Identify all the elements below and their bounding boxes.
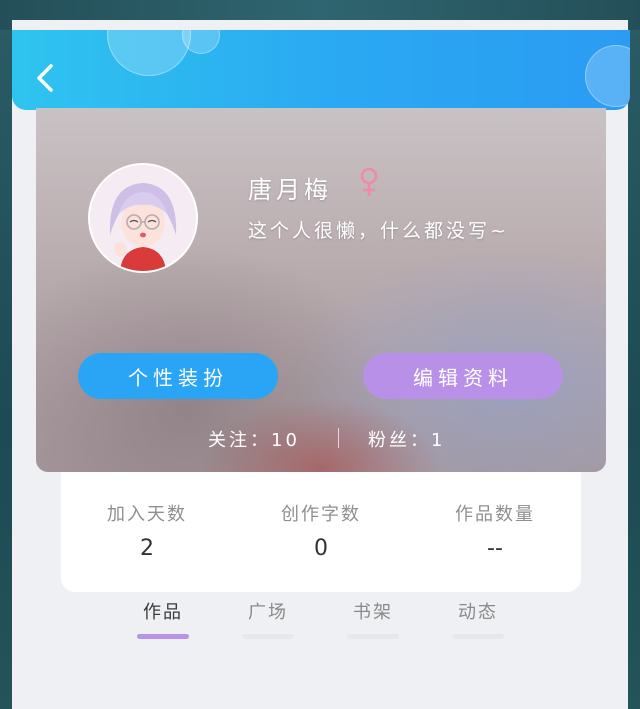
avatar[interactable] (88, 163, 198, 273)
social-stats: 关注：10 粉丝：1 (36, 418, 606, 458)
female-gender-icon (360, 167, 378, 196)
info-word-count: 创作字数 0 (251, 500, 391, 561)
username: 唐月梅 (248, 176, 332, 204)
tab-bookshelf[interactable]: 书架 (328, 598, 418, 639)
info-value: 0 (314, 536, 328, 561)
following-count: 10 (271, 430, 300, 451)
decorative-bubble (107, 30, 191, 76)
tab-label: 动态 (458, 602, 498, 623)
info-label: 创作字数 (281, 504, 361, 525)
tab-indicator (452, 634, 504, 639)
following-stat[interactable]: 关注：10 (208, 426, 300, 452)
tab-indicator (137, 634, 189, 639)
device-frame-left (0, 0, 12, 709)
device-frame-right (628, 0, 640, 709)
tab-label: 书架 (353, 602, 393, 623)
tab-label: 作品 (143, 602, 183, 623)
header-bar (12, 30, 630, 110)
stats-divider (338, 428, 339, 448)
back-button[interactable] (30, 58, 60, 98)
tab-square[interactable]: 广场 (223, 598, 313, 639)
info-value: 2 (140, 536, 154, 561)
tab-indicator (242, 634, 294, 639)
fans-count: 1 (431, 430, 446, 451)
decorative-bubble (585, 45, 630, 107)
info-label: 作品数量 (455, 504, 535, 525)
dress-up-button[interactable]: 个性装扮 (78, 353, 278, 399)
profile-card: 唐月梅 这个人很懒，什么都没写~ 个性装扮 编辑资料 关注：10 粉丝：1 (36, 108, 606, 472)
fans-stat[interactable]: 粉丝：1 (368, 426, 445, 452)
chevron-left-icon (37, 64, 53, 92)
info-card: 加入天数 2 创作字数 0 作品数量 -- (61, 472, 581, 592)
profile-tabs: 作品 广场 书架 动态 (110, 598, 550, 648)
avatar-illustration (90, 165, 196, 271)
fans-label: 粉丝： (368, 430, 431, 451)
info-value: -- (487, 536, 503, 561)
info-works-count: 作品数量 -- (425, 500, 565, 561)
tab-works[interactable]: 作品 (118, 598, 208, 639)
edit-profile-button[interactable]: 编辑资料 (363, 353, 563, 399)
info-join-days: 加入天数 2 (77, 500, 217, 561)
profile-bio: 这个人很懒，什么都没写~ (248, 220, 509, 242)
following-label: 关注： (208, 430, 271, 451)
tab-indicator (347, 634, 399, 639)
tab-activity[interactable]: 动态 (433, 598, 523, 639)
decorative-bubble (182, 30, 220, 54)
tab-label: 广场 (248, 602, 288, 623)
info-label: 加入天数 (107, 504, 187, 525)
